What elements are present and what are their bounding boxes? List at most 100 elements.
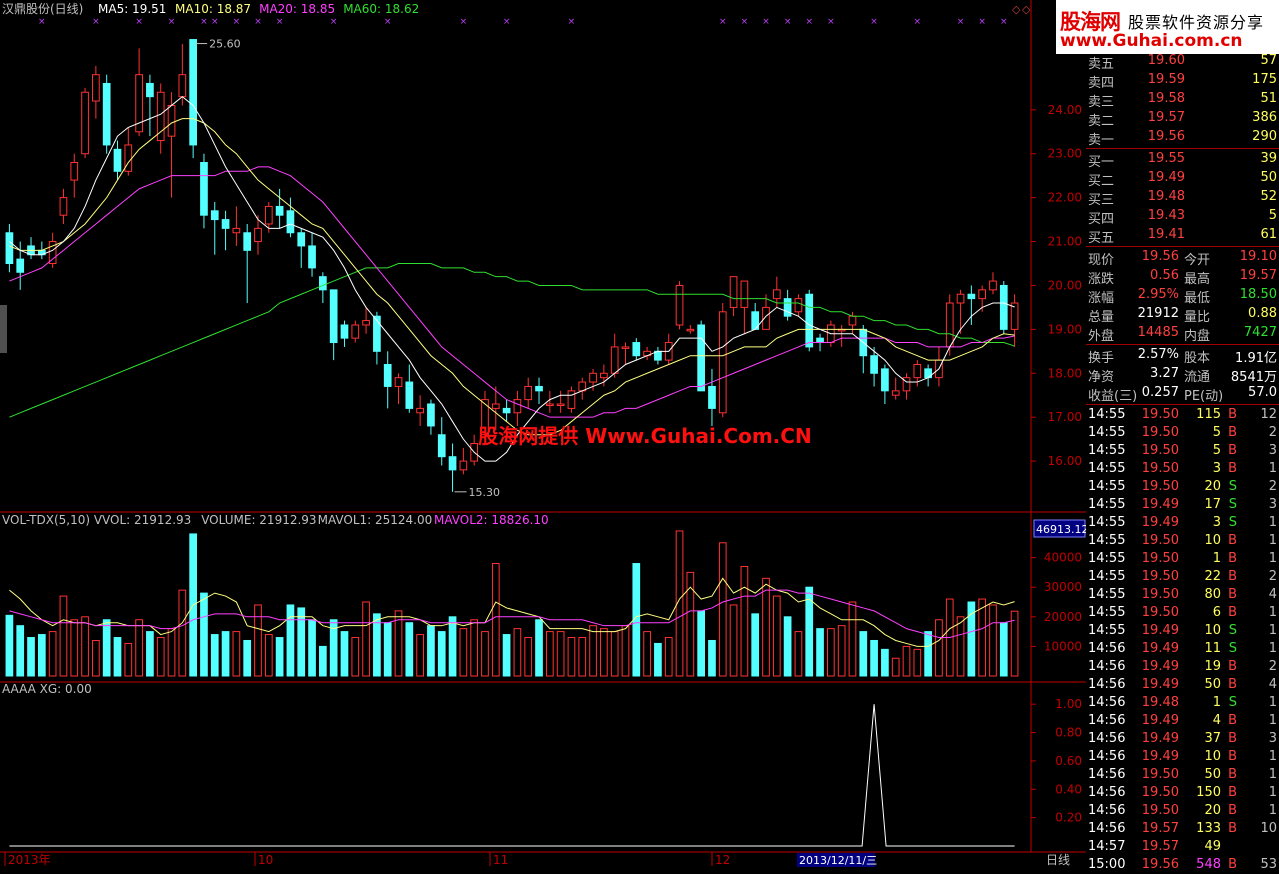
brand-banner[interactable]: 股海网 股票软件资源分享 www.Guhai.com.cn	[1056, 0, 1279, 54]
volume-bar	[297, 607, 306, 677]
xg-tick-label: 0.80	[1055, 726, 1082, 740]
signal-marker: ×	[460, 17, 468, 27]
signal-marker: ×	[330, 17, 338, 27]
candle	[243, 232, 252, 251]
diamond-icon: ◇	[1012, 3, 1021, 16]
ma20-line	[9, 166, 1015, 418]
tick-price: 19.49	[1141, 749, 1179, 764]
tick-volume: 20	[1204, 479, 1221, 494]
volume-bar	[654, 642, 662, 677]
tick-row: 14:55 19.50 5 B 2	[1086, 424, 1279, 442]
tick-row: 14:56 19.49 19 B 2	[1086, 658, 1279, 676]
candle	[113, 148, 122, 172]
signal-marker: ×	[211, 17, 219, 27]
y-tick-label: 24.00	[1048, 103, 1082, 117]
bid-row: 买五 19.41 61	[1086, 226, 1279, 246]
stock-chart[interactable]: 16.00 17.00 18.00 19.00 20.00 21.00 22.00 23.00…	[0, 0, 1086, 871]
tick-side: B	[1228, 731, 1237, 746]
tick-row: 14:55 19.49 17 S 3	[1086, 496, 1279, 514]
tick-side: B	[1228, 659, 1237, 674]
y-tick-label: 23.00	[1048, 147, 1082, 161]
tick-side: B	[1228, 551, 1237, 566]
volume-bar	[48, 631, 57, 677]
stat-label: 涨幅	[1088, 291, 1115, 306]
tick-price: 19.56	[1141, 857, 1179, 872]
candle	[264, 205, 273, 225]
candle	[362, 320, 370, 326]
vol-legend: VOL-TDX(5,10) VVOL: 21912.93	[2, 513, 191, 527]
tick-row: 14:55 19.50 1 B 1	[1086, 550, 1279, 568]
stat-label: 量比	[1184, 310, 1211, 325]
bid-row: 买三 19.48 52	[1086, 188, 1279, 208]
xg-tick-label: 0.40	[1055, 782, 1082, 796]
tick-volume: 150	[1196, 785, 1221, 800]
tick-side: S	[1228, 623, 1237, 638]
stat-row: 收益(三) 0.257 PE(动) 57.0	[1086, 384, 1279, 404]
xg-tick-label: 0.60	[1055, 754, 1082, 768]
tick-count: 1	[1268, 605, 1277, 620]
volume-bar	[70, 619, 79, 677]
candle	[178, 74, 187, 98]
candle	[200, 162, 208, 216]
volume-bar	[697, 610, 705, 677]
candle	[319, 276, 327, 291]
candle	[189, 39, 197, 146]
candle	[297, 232, 306, 247]
tick-row: 14:56 19.49 37 B 3	[1086, 730, 1279, 748]
divider	[1086, 148, 1279, 149]
candle	[502, 407, 511, 414]
bid-price: 19.43	[1147, 208, 1185, 223]
tick-price: 19.49	[1141, 713, 1179, 728]
tick-count: 1	[1268, 749, 1277, 764]
tick-time: 14:55	[1088, 425, 1126, 440]
bid-label: 买三	[1088, 193, 1115, 208]
tick-row: 15:00 19.56 548 B 53	[1086, 856, 1279, 874]
candle	[459, 460, 468, 471]
tick-row: 14:55 19.50 5 B 3	[1086, 442, 1279, 460]
tick-side: S	[1228, 479, 1237, 494]
candle	[308, 245, 316, 269]
tick-row: 14:55 19.50 22 B 2	[1086, 568, 1279, 586]
candle	[891, 390, 900, 396]
candle	[351, 324, 360, 339]
tick-count: 3	[1268, 443, 1277, 458]
stat-value: 7427	[1243, 325, 1277, 340]
volume-bar	[664, 637, 673, 677]
candle	[589, 372, 597, 383]
stat-value: 2.95%	[1137, 287, 1179, 302]
tick-price: 19.50	[1141, 569, 1179, 584]
tick-price: 19.50	[1141, 767, 1179, 782]
tick-time: 14:56	[1088, 659, 1126, 674]
candle	[81, 91, 89, 155]
candle	[70, 162, 79, 181]
volume-bar	[762, 577, 770, 677]
y-tick-label: 21.00	[1048, 235, 1082, 249]
volume-bar	[556, 631, 565, 677]
tick-row: 14:55 19.49 10 S 1	[1086, 622, 1279, 640]
tick-price: 19.50	[1141, 533, 1179, 548]
tick-volume: 4	[1212, 713, 1221, 728]
volume-bar	[502, 634, 511, 677]
candle	[740, 280, 749, 308]
ask-row: 卖五 19.60 57	[1086, 52, 1279, 72]
tick-row: 14:55 19.50 10 B 1	[1086, 532, 1279, 550]
candle	[967, 293, 976, 300]
volume-bar	[924, 631, 932, 677]
volume-bar	[513, 628, 522, 677]
candle	[340, 324, 349, 339]
tick-side: B	[1228, 443, 1237, 458]
candle	[600, 372, 608, 379]
stat-value: 19.10	[1239, 249, 1277, 264]
bid-row: 买二 19.49 50	[1086, 169, 1279, 189]
stat-value: 1.91亿	[1235, 351, 1277, 366]
volume-bar	[751, 613, 760, 677]
tick-side: S	[1228, 695, 1237, 710]
candle	[567, 390, 576, 409]
volume-bar	[491, 563, 500, 677]
tick-time: 14:56	[1088, 713, 1126, 728]
volume-bar	[643, 631, 651, 677]
divider	[1086, 404, 1279, 405]
volume-bar	[200, 592, 208, 677]
candle	[92, 74, 100, 102]
candle	[167, 104, 176, 137]
